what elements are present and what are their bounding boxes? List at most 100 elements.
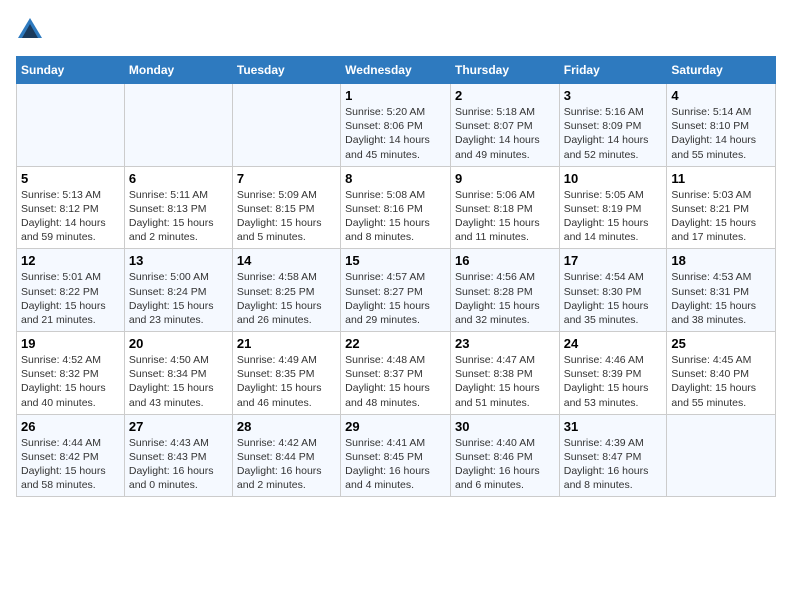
calendar-cell: 4Sunrise: 5:14 AM Sunset: 8:10 PM Daylig… [667, 84, 776, 167]
calendar-cell: 3 Sunrise: 5:16 AM Sunset: 8:09 PM Daylig… [559, 84, 667, 167]
calendar-header-row: SundayMondayTuesdayWednesdayThursdayFrid… [17, 57, 776, 84]
calendar-cell: 11Sunrise: 5:03 AM Sunset: 8:21 PM Dayli… [667, 166, 776, 249]
calendar-cell: 22Sunrise: 4:48 AM Sunset: 8:37 PM Dayli… [341, 332, 451, 415]
calendar-cell: 19 Sunrise: 4:52 AM Sunset: 8:32 PM Dayli… [17, 332, 125, 415]
day-number: 1 [345, 88, 446, 103]
calendar-cell: 30 Sunrise: 4:40 AM Sunset: 8:46 PM Dayli… [450, 414, 559, 497]
calendar-cell: 12Sunrise: 5:01 AM Sunset: 8:22 PM Dayli… [17, 249, 125, 332]
calendar-cell: 31 Sunrise: 4:39 AM Sunset: 8:47 PM Dayli… [559, 414, 667, 497]
calendar-week-row: 26Sunrise: 4:44 AM Sunset: 8:42 PM Dayli… [17, 414, 776, 497]
day-info: Sunrise: 4:39 AM Sunset: 8:47 PM Dayligh… [564, 436, 663, 493]
day-info: Sunrise: 5:08 AM Sunset: 8:16 PM Dayligh… [345, 188, 446, 245]
calendar-cell: 28 Sunrise: 4:42 AM Sunset: 8:44 PM Dayli… [232, 414, 340, 497]
calendar-cell: 25 Sunrise: 4:45 AM Sunset: 8:40 PM Dayli… [667, 332, 776, 415]
logo [16, 16, 48, 44]
day-info: Sunrise: 4:43 AM Sunset: 8:43 PM Dayligh… [129, 436, 228, 493]
calendar-cell [124, 84, 232, 167]
day-number: 30 [455, 419, 555, 434]
day-number: 17 [564, 253, 663, 268]
day-number: 28 [237, 419, 336, 434]
calendar-cell: 24 Sunrise: 4:46 AM Sunset: 8:39 PM Dayli… [559, 332, 667, 415]
col-header-saturday: Saturday [667, 57, 776, 84]
day-info: Sunrise: 4:50 AM Sunset: 8:34 PM Dayligh… [129, 353, 228, 410]
day-number: 8 [345, 171, 446, 186]
calendar-cell: 26Sunrise: 4:44 AM Sunset: 8:42 PM Dayli… [17, 414, 125, 497]
header [16, 16, 776, 44]
day-number: 5 [21, 171, 120, 186]
day-number: 27 [129, 419, 228, 434]
calendar-cell: 8 Sunrise: 5:08 AM Sunset: 8:16 PM Daylig… [341, 166, 451, 249]
calendar-cell: 2Sunrise: 5:18 AM Sunset: 8:07 PM Daylig… [450, 84, 559, 167]
day-info: Sunrise: 5:05 AM Sunset: 8:19 PM Dayligh… [564, 188, 663, 245]
calendar-cell: 21 Sunrise: 4:49 AM Sunset: 8:35 PM Dayli… [232, 332, 340, 415]
day-number: 31 [564, 419, 663, 434]
calendar-cell: 7 Sunrise: 5:09 AM Sunset: 8:15 PM Daylig… [232, 166, 340, 249]
calendar-cell: 17 Sunrise: 4:54 AM Sunset: 8:30 PM Dayli… [559, 249, 667, 332]
day-info: Sunrise: 5:09 AM Sunset: 8:15 PM Dayligh… [237, 188, 336, 245]
day-info: Sunrise: 4:48 AM Sunset: 8:37 PM Dayligh… [345, 353, 446, 410]
day-number: 19 [21, 336, 120, 351]
day-info: Sunrise: 4:46 AM Sunset: 8:39 PM Dayligh… [564, 353, 663, 410]
calendar-week-row: 12Sunrise: 5:01 AM Sunset: 8:22 PM Dayli… [17, 249, 776, 332]
day-number: 7 [237, 171, 336, 186]
day-info: Sunrise: 5:20 AM Sunset: 8:06 PM Dayligh… [345, 105, 446, 162]
day-info: Sunrise: 4:45 AM Sunset: 8:40 PM Dayligh… [671, 353, 771, 410]
day-info: Sunrise: 5:00 AM Sunset: 8:24 PM Dayligh… [129, 270, 228, 327]
calendar-cell: 14 Sunrise: 4:58 AM Sunset: 8:25 PM Dayli… [232, 249, 340, 332]
calendar-week-row: 1 Sunrise: 5:20 AM Sunset: 8:06 PM Daylig… [17, 84, 776, 167]
day-number: 9 [455, 171, 555, 186]
calendar-cell [232, 84, 340, 167]
day-number: 13 [129, 253, 228, 268]
day-number: 26 [21, 419, 120, 434]
day-info: Sunrise: 4:54 AM Sunset: 8:30 PM Dayligh… [564, 270, 663, 327]
day-number: 12 [21, 253, 120, 268]
day-info: Sunrise: 5:11 AM Sunset: 8:13 PM Dayligh… [129, 188, 228, 245]
day-info: Sunrise: 4:57 AM Sunset: 8:27 PM Dayligh… [345, 270, 446, 327]
day-number: 25 [671, 336, 771, 351]
day-info: Sunrise: 4:58 AM Sunset: 8:25 PM Dayligh… [237, 270, 336, 327]
day-info: Sunrise: 4:42 AM Sunset: 8:44 PM Dayligh… [237, 436, 336, 493]
day-info: Sunrise: 4:47 AM Sunset: 8:38 PM Dayligh… [455, 353, 555, 410]
calendar-week-row: 5Sunrise: 5:13 AM Sunset: 8:12 PM Daylig… [17, 166, 776, 249]
calendar-cell: 15Sunrise: 4:57 AM Sunset: 8:27 PM Dayli… [341, 249, 451, 332]
day-number: 21 [237, 336, 336, 351]
day-info: Sunrise: 4:56 AM Sunset: 8:28 PM Dayligh… [455, 270, 555, 327]
calendar-cell [667, 414, 776, 497]
day-number: 2 [455, 88, 555, 103]
day-number: 10 [564, 171, 663, 186]
day-info: Sunrise: 5:06 AM Sunset: 8:18 PM Dayligh… [455, 188, 555, 245]
calendar-cell: 29Sunrise: 4:41 AM Sunset: 8:45 PM Dayli… [341, 414, 451, 497]
calendar-cell: 23 Sunrise: 4:47 AM Sunset: 8:38 PM Dayli… [450, 332, 559, 415]
day-number: 3 [564, 88, 663, 103]
logo-icon [16, 16, 44, 44]
day-info: Sunrise: 4:52 AM Sunset: 8:32 PM Dayligh… [21, 353, 120, 410]
day-number: 24 [564, 336, 663, 351]
day-number: 20 [129, 336, 228, 351]
day-number: 18 [671, 253, 771, 268]
col-header-sunday: Sunday [17, 57, 125, 84]
day-info: Sunrise: 5:16 AM Sunset: 8:09 PM Dayligh… [564, 105, 663, 162]
calendar-cell: 5Sunrise: 5:13 AM Sunset: 8:12 PM Daylig… [17, 166, 125, 249]
calendar-cell: 18 Sunrise: 4:53 AM Sunset: 8:31 PM Dayli… [667, 249, 776, 332]
calendar-cell: 16 Sunrise: 4:56 AM Sunset: 8:28 PM Dayli… [450, 249, 559, 332]
calendar-cell: 27 Sunrise: 4:43 AM Sunset: 8:43 PM Dayli… [124, 414, 232, 497]
calendar-table: SundayMondayTuesdayWednesdayThursdayFrid… [16, 56, 776, 497]
day-info: Sunrise: 4:40 AM Sunset: 8:46 PM Dayligh… [455, 436, 555, 493]
day-number: 23 [455, 336, 555, 351]
calendar-week-row: 19 Sunrise: 4:52 AM Sunset: 8:32 PM Dayli… [17, 332, 776, 415]
col-header-friday: Friday [559, 57, 667, 84]
day-number: 14 [237, 253, 336, 268]
day-info: Sunrise: 4:41 AM Sunset: 8:45 PM Dayligh… [345, 436, 446, 493]
calendar-cell [17, 84, 125, 167]
day-number: 4 [671, 88, 771, 103]
calendar-cell: 6 Sunrise: 5:11 AM Sunset: 8:13 PM Daylig… [124, 166, 232, 249]
calendar-cell: 9 Sunrise: 5:06 AM Sunset: 8:18 PM Daylig… [450, 166, 559, 249]
col-header-thursday: Thursday [450, 57, 559, 84]
col-header-monday: Monday [124, 57, 232, 84]
day-number: 16 [455, 253, 555, 268]
day-info: Sunrise: 4:49 AM Sunset: 8:35 PM Dayligh… [237, 353, 336, 410]
day-number: 6 [129, 171, 228, 186]
day-info: Sunrise: 4:53 AM Sunset: 8:31 PM Dayligh… [671, 270, 771, 327]
day-number: 11 [671, 171, 771, 186]
calendar-cell: 1 Sunrise: 5:20 AM Sunset: 8:06 PM Daylig… [341, 84, 451, 167]
